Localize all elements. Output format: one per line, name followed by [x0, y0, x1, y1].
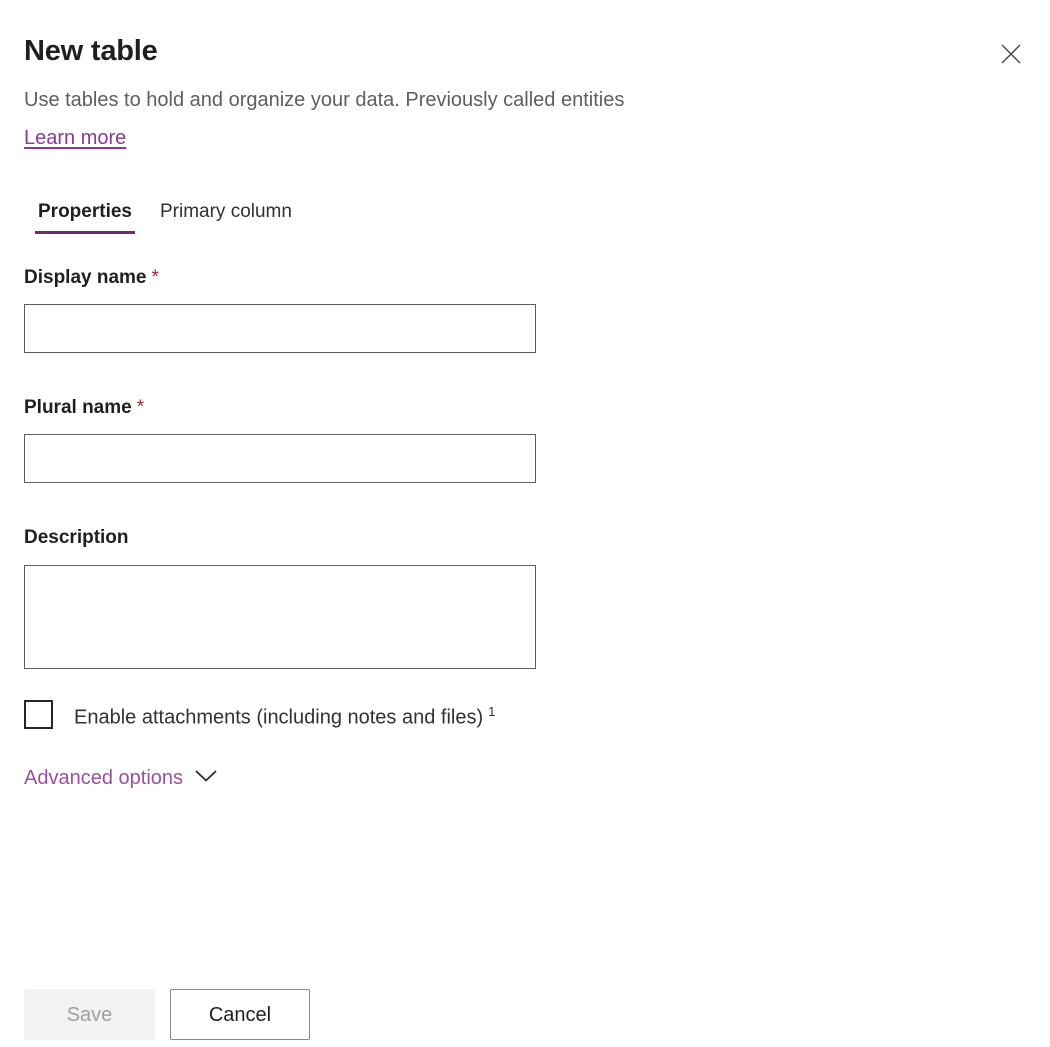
save-button[interactable]: Save — [24, 989, 155, 1040]
checkbox-box[interactable] — [24, 700, 53, 729]
close-icon — [1000, 43, 1022, 65]
description-input[interactable] — [24, 565, 536, 669]
plural-name-input[interactable] — [24, 434, 536, 483]
tab-properties[interactable]: Properties — [24, 199, 146, 234]
plural-name-label: Plural name* — [24, 395, 144, 421]
enable-attachments-label: Enable attachments (including notes and … — [74, 698, 495, 732]
cancel-button[interactable]: Cancel — [170, 989, 310, 1040]
page-title: New table — [24, 31, 158, 71]
plural-name-required-asterisk: * — [137, 397, 144, 418]
plural-name-label-text: Plural name — [24, 397, 132, 418]
display-name-label: Display name* — [24, 265, 159, 291]
display-name-required-asterisk: * — [152, 267, 159, 288]
close-button[interactable] — [990, 33, 1032, 75]
advanced-options-label: Advanced options — [24, 764, 183, 792]
display-name-input[interactable] — [24, 304, 536, 353]
dialog-footer: Save Cancel — [0, 989, 1050, 1047]
advanced-options-toggle[interactable]: Advanced options — [24, 764, 217, 792]
learn-more-link[interactable]: Learn more — [24, 124, 126, 152]
display-name-label-text: Display name — [24, 267, 147, 288]
enable-attachments-label-text: Enable attachments (including notes and … — [74, 707, 483, 729]
description-label: Description — [24, 525, 129, 551]
footnote-marker: 1 — [488, 704, 495, 719]
tab-list: Properties Primary column — [24, 199, 306, 234]
enable-attachments-row[interactable]: Enable attachments (including notes and … — [24, 698, 495, 732]
tab-primary-column[interactable]: Primary column — [146, 199, 306, 234]
panel-subtitle: Use tables to hold and organize your dat… — [24, 86, 624, 114]
chevron-down-icon — [195, 770, 217, 786]
